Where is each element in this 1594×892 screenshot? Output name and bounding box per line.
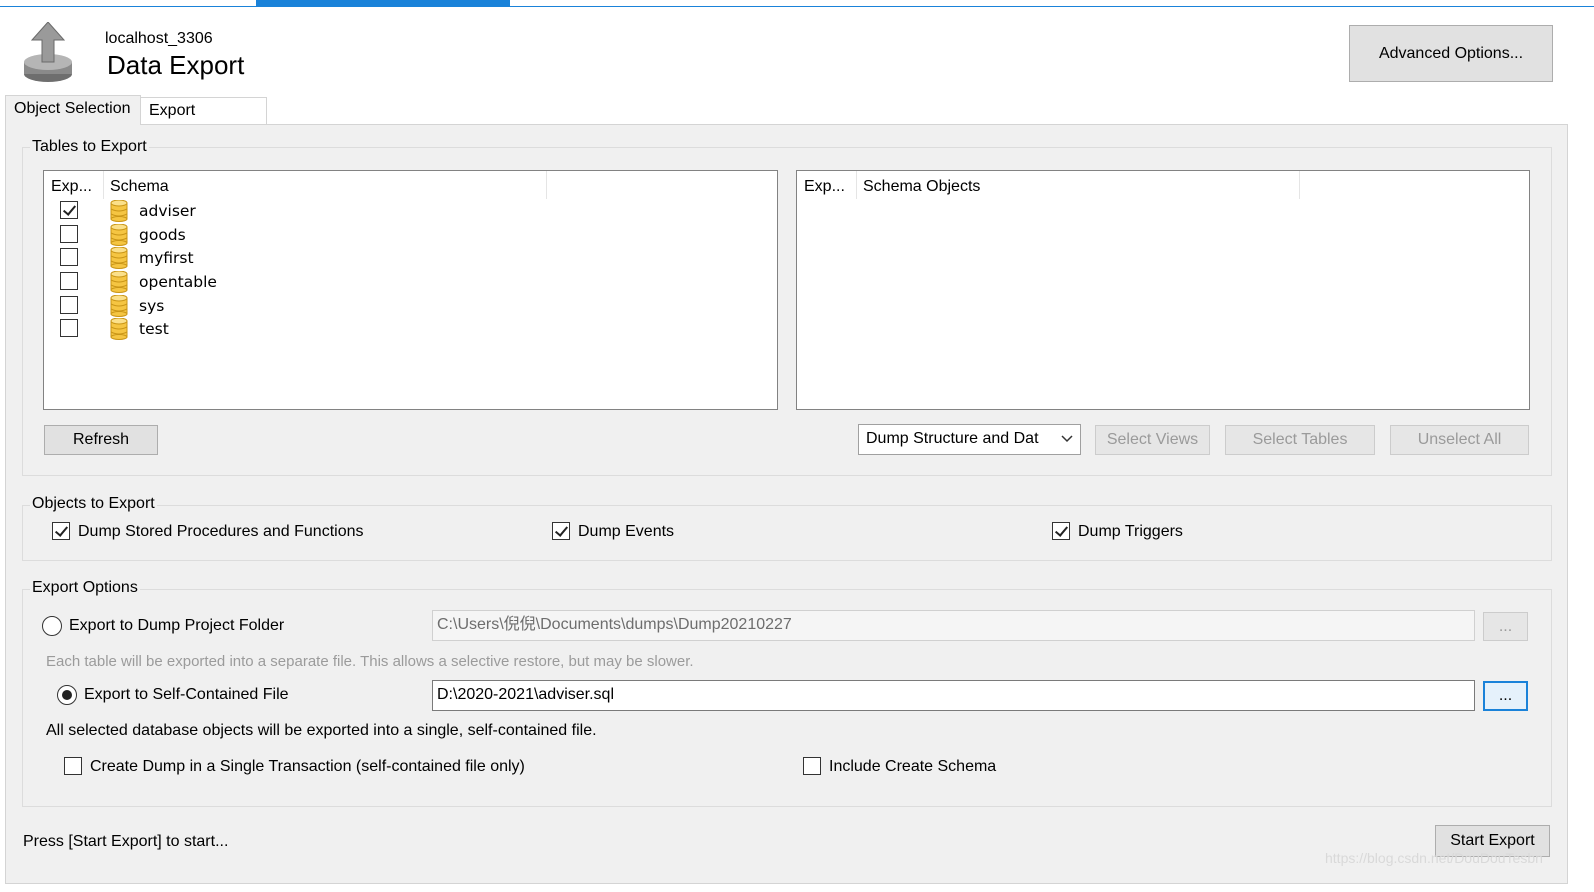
- schema-name-sys[interactable]: sys: [139, 295, 164, 317]
- single-transaction-checkbox[interactable]: [64, 757, 82, 775]
- project-folder-path-input[interactable]: C:\Users\倪倪\Documents\dumps\Dump20210227: [432, 610, 1475, 641]
- schema-checkbox-test[interactable]: [60, 319, 78, 337]
- database-icon: [110, 246, 128, 269]
- schema-checkbox-opentable[interactable]: [60, 272, 78, 290]
- schema-checkbox-myfirst[interactable]: [60, 248, 78, 266]
- database-icon: [110, 199, 128, 222]
- export-icon: [22, 21, 76, 84]
- watermark-text: https://blog.csdn.net/DouDouTesbn: [1325, 850, 1543, 866]
- export-self-contained-label[interactable]: Export to Self-Contained File: [84, 685, 289, 705]
- dump-events-label[interactable]: Dump Events: [578, 522, 674, 542]
- database-icon: [110, 294, 128, 317]
- dump-stored-procedures-checkbox[interactable]: [52, 522, 70, 540]
- export-project-folder-radio[interactable]: [42, 616, 62, 636]
- schema-objects-list[interactable]: Exp... Schema Objects: [796, 170, 1530, 410]
- chevron-down-icon: [1060, 425, 1074, 463]
- schema-name-myfirst[interactable]: myfirst: [139, 247, 194, 269]
- dump-events-checkbox[interactable]: [552, 522, 570, 540]
- include-create-schema-label[interactable]: Include Create Schema: [829, 757, 996, 777]
- schema-checkbox-goods[interactable]: [60, 225, 78, 243]
- schema-list-col-export[interactable]: Exp...: [51, 177, 92, 197]
- database-icon: [110, 270, 128, 293]
- schema-checkbox-sys[interactable]: [60, 296, 78, 314]
- select-tables-button[interactable]: Select Tables: [1225, 425, 1375, 455]
- schema-checkbox-adviser[interactable]: [60, 201, 78, 219]
- objects-list-col-objects[interactable]: Schema Objects: [863, 177, 980, 197]
- export-options-label: Export Options: [30, 578, 140, 598]
- schema-name-goods[interactable]: goods: [139, 224, 186, 246]
- status-text: Press [Start Export] to start...: [23, 833, 229, 850]
- dump-triggers-label[interactable]: Dump Triggers: [1078, 522, 1183, 542]
- export-project-folder-label[interactable]: Export to Dump Project Folder: [69, 616, 284, 636]
- self-contained-browse-button[interactable]: ...: [1483, 681, 1528, 711]
- export-self-contained-radio[interactable]: [57, 685, 77, 705]
- select-views-button[interactable]: Select Views: [1095, 425, 1210, 455]
- schema-name-opentable[interactable]: opentable: [139, 271, 217, 293]
- connection-name: localhost_3306: [105, 30, 213, 47]
- refresh-button[interactable]: Refresh: [44, 425, 158, 455]
- schema-name-adviser[interactable]: adviser: [139, 200, 196, 222]
- schema-list-col-schema[interactable]: Schema: [110, 177, 169, 197]
- page-title: Data Export: [107, 50, 245, 80]
- unselect-all-button[interactable]: Unselect All: [1390, 425, 1529, 455]
- self-contained-path-input[interactable]: D:\2020-2021\adviser.sql: [432, 680, 1475, 711]
- top-accent-bar: [0, 0, 1594, 7]
- self-contained-hint: All selected database objects will be ex…: [46, 722, 597, 739]
- objects-to-export-label: Objects to Export: [30, 494, 157, 514]
- dump-triggers-checkbox[interactable]: [1052, 522, 1070, 540]
- database-icon: [110, 317, 128, 340]
- database-icon: [110, 223, 128, 246]
- schema-name-test[interactable]: test: [139, 318, 169, 340]
- dump-mode-value: Dump Structure and Dat: [866, 430, 1039, 447]
- dump-mode-select[interactable]: Dump Structure and Dat: [858, 424, 1081, 455]
- include-create-schema-checkbox[interactable]: [803, 757, 821, 775]
- schema-list[interactable]: Exp... Schema adviser goods myfirst open…: [43, 170, 778, 410]
- project-folder-browse-button[interactable]: ...: [1483, 612, 1528, 641]
- objects-list-col-export[interactable]: Exp...: [804, 177, 845, 197]
- project-folder-hint: Each table will be exported into a separ…: [46, 653, 694, 670]
- dump-stored-procedures-label[interactable]: Dump Stored Procedures and Functions: [78, 522, 363, 542]
- tab-export-progress[interactable]: Export Progress: [140, 97, 267, 145]
- single-transaction-label[interactable]: Create Dump in a Single Transaction (sel…: [90, 757, 525, 777]
- tables-to-export-label: Tables to Export: [30, 137, 149, 157]
- advanced-options-button[interactable]: Advanced Options...: [1349, 25, 1553, 82]
- tab-object-selection[interactable]: Object Selection: [5, 95, 141, 125]
